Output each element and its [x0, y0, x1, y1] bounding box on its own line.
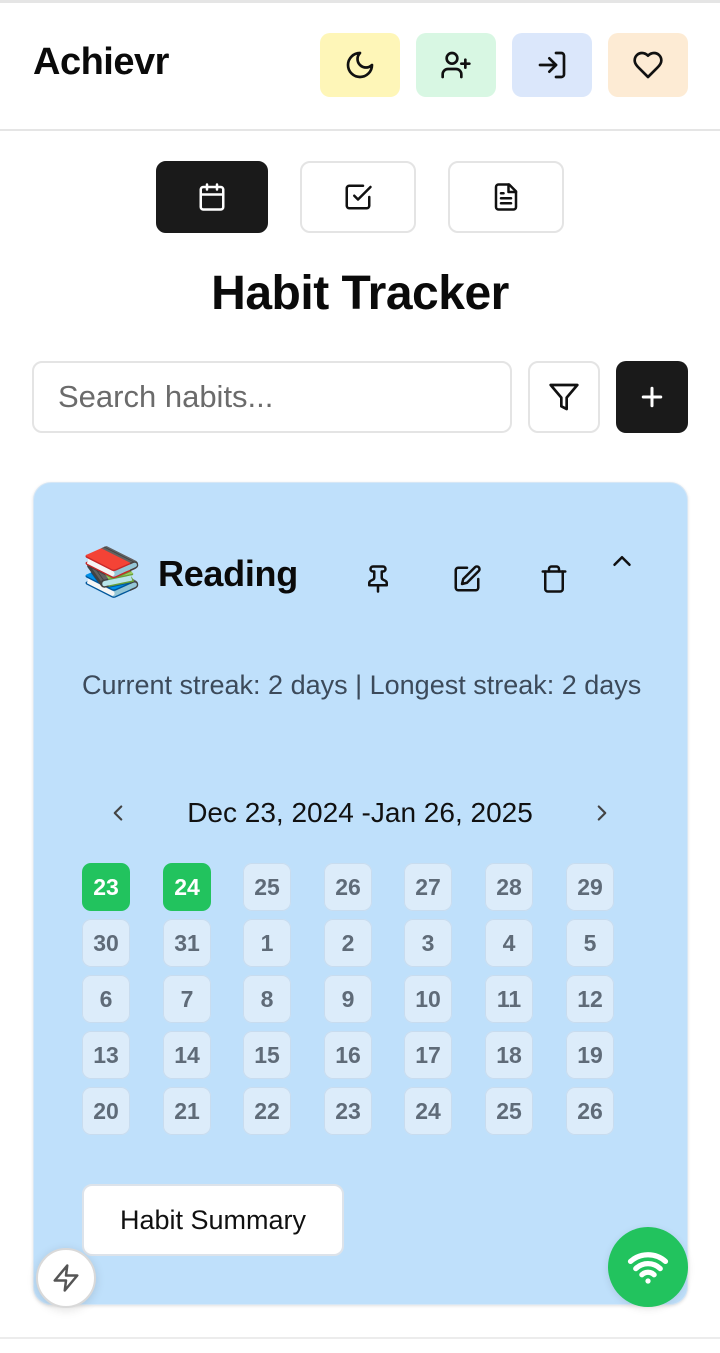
tab-habit-tracker[interactable] — [156, 161, 268, 233]
day-cell[interactable]: 23 — [324, 1087, 372, 1135]
day-cell[interactable]: 29 — [566, 863, 614, 911]
day-cell[interactable]: 12 — [566, 975, 614, 1023]
day-cell[interactable]: 22 — [243, 1087, 291, 1135]
bottom-divider — [0, 1337, 720, 1339]
login-button[interactable] — [512, 33, 592, 97]
previous-range-button[interactable] — [98, 793, 138, 833]
day-cell[interactable]: 17 — [404, 1031, 452, 1079]
day-cell[interactable]: 21 — [163, 1087, 211, 1135]
day-cell[interactable]: 24 — [163, 863, 211, 911]
log-in-icon — [538, 51, 566, 79]
day-cell[interactable]: 16 — [324, 1031, 372, 1079]
day-cell[interactable]: 7 — [163, 975, 211, 1023]
day-cell[interactable]: 18 — [485, 1031, 533, 1079]
search-input[interactable] — [32, 361, 512, 433]
day-cell[interactable]: 6 — [82, 975, 130, 1023]
day-cell[interactable]: 20 — [82, 1087, 130, 1135]
chevron-right-icon — [597, 805, 607, 821]
day-cell[interactable]: 3 — [404, 919, 452, 967]
calendar-icon — [199, 183, 225, 211]
sign-up-button[interactable] — [416, 33, 496, 97]
quick-actions-button[interactable] — [36, 1248, 96, 1308]
day-cell[interactable]: 2 — [324, 919, 372, 967]
day-cell[interactable]: 30 — [82, 919, 130, 967]
day-cell[interactable]: 25 — [243, 863, 291, 911]
wifi-icon — [627, 1252, 669, 1284]
connection-status-button[interactable] — [608, 1227, 688, 1307]
day-cell[interactable]: 28 — [485, 863, 533, 911]
day-cell[interactable]: 5 — [566, 919, 614, 967]
day-cell[interactable]: 15 — [243, 1031, 291, 1079]
theme-toggle-button[interactable] — [320, 33, 400, 97]
chevron-left-icon — [113, 805, 123, 821]
day-cell[interactable]: 8 — [243, 975, 291, 1023]
day-cell[interactable]: 4 — [485, 919, 533, 967]
favorites-button[interactable] — [608, 33, 688, 97]
day-cell[interactable]: 14 — [163, 1031, 211, 1079]
date-range-label: Dec 23, 2024 -Jan 26, 2025 — [187, 797, 533, 828]
moon-icon — [346, 51, 374, 79]
plus-icon — [641, 386, 663, 408]
filter-icon — [549, 383, 579, 411]
day-cell[interactable]: 26 — [566, 1087, 614, 1135]
collapse-habit-button[interactable] — [602, 541, 642, 581]
file-text-icon — [494, 183, 518, 211]
add-habit-button[interactable] — [616, 361, 688, 433]
trash-icon — [541, 565, 567, 593]
user-plus-icon — [441, 51, 471, 79]
edit-habit-button[interactable] — [447, 559, 487, 599]
habit-name: Reading — [158, 553, 298, 594]
edit-icon — [454, 565, 481, 592]
day-cell[interactable]: 25 — [485, 1087, 533, 1135]
app-brand: Achievr — [33, 41, 169, 83]
app-header: Achievr — [0, 3, 720, 131]
habit-card: 📚 Reading Current streak: 2 days | Longe… — [33, 482, 688, 1305]
day-cell[interactable]: 27 — [404, 863, 452, 911]
day-cell[interactable]: 9 — [324, 975, 372, 1023]
day-cell[interactable]: 13 — [82, 1031, 130, 1079]
checkbox-icon — [345, 184, 372, 210]
habit-emoji: 📚 — [82, 546, 142, 599]
tab-todo[interactable] — [300, 161, 416, 233]
chevron-up-icon — [613, 556, 631, 566]
filter-button[interactable] — [528, 361, 600, 433]
next-range-button[interactable] — [582, 793, 622, 833]
heart-icon — [633, 51, 663, 79]
day-cell[interactable]: 26 — [324, 863, 372, 911]
day-cell[interactable]: 10 — [404, 975, 452, 1023]
pin-habit-button[interactable] — [358, 559, 398, 599]
day-cell[interactable]: 11 — [485, 975, 533, 1023]
day-cell[interactable]: 24 — [404, 1087, 452, 1135]
habit-summary-button[interactable]: Habit Summary — [82, 1184, 344, 1256]
day-cell[interactable]: 31 — [163, 919, 211, 967]
pin-icon — [368, 565, 388, 593]
day-cell[interactable]: 19 — [566, 1031, 614, 1079]
tab-notes[interactable] — [448, 161, 564, 233]
zap-icon — [53, 1264, 79, 1292]
streak-text: Current streak: 2 days | Longest streak:… — [82, 670, 642, 700]
page-title: Habit Tracker — [211, 267, 509, 320]
delete-habit-button[interactable] — [534, 559, 574, 599]
day-cell[interactable]: 1 — [243, 919, 291, 967]
day-cell[interactable]: 23 — [82, 863, 130, 911]
